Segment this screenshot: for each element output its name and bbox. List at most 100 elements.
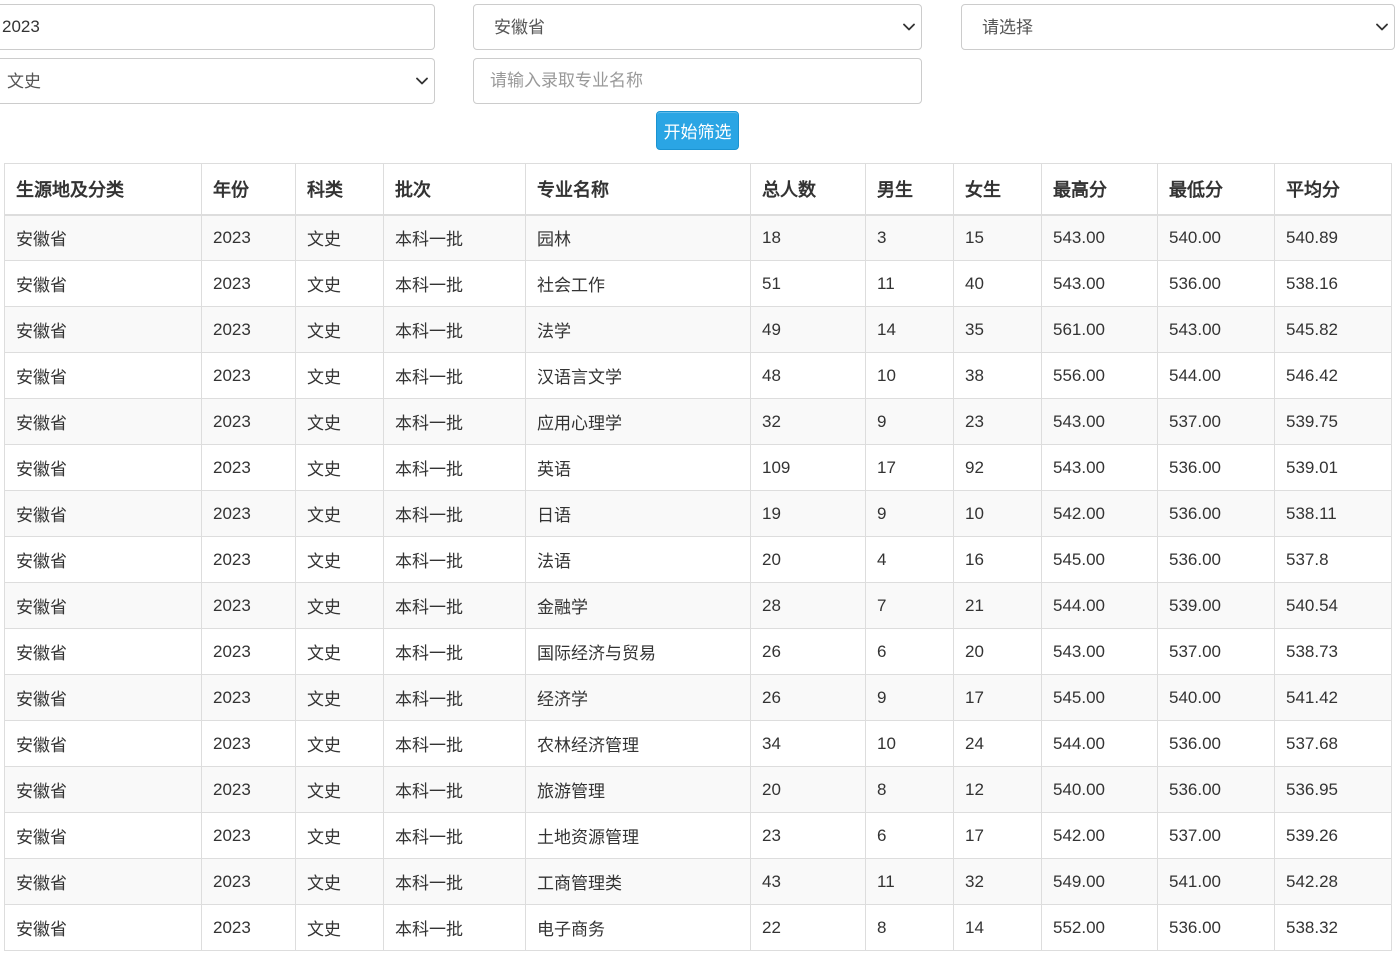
third-select[interactable]: 请选择 [961,4,1395,50]
table-cell: 546.42 [1274,352,1392,399]
table-cell: 537.68 [1274,720,1392,767]
table-cell: 本科一批 [383,214,526,261]
table-cell: 538.32 [1274,904,1392,951]
table-cell: 545.82 [1274,306,1392,353]
table-cell: 安徽省 [4,536,202,583]
table-cell: 本科一批 [383,812,526,859]
table-cell: 本科一批 [383,766,526,813]
column-header: 总人数 [750,163,866,216]
table-cell: 540.00 [1157,674,1275,721]
table-row: 安徽省 2023 文史 本科一批 应用心理学 32 9 23 543.00 537.00 539.7… [4,398,1392,445]
table-cell: 539.26 [1274,812,1392,859]
table-cell: 14 [865,306,954,353]
table-row: 安徽省 2023 文史 本科一批 社会工作 51 11 40 543.00 536.00 538.1… [4,260,1392,307]
table-cell: 本科一批 [383,536,526,583]
table-cell: 542.00 [1041,490,1158,537]
table-cell: 536.00 [1157,720,1275,767]
table-cell: 2023 [201,904,296,951]
column-header: 男生 [865,163,954,216]
table-cell: 549.00 [1041,858,1158,905]
table-cell: 536.95 [1274,766,1392,813]
table-cell: 汉语言文学 [525,352,751,399]
table-cell: 536.00 [1157,904,1275,951]
table-cell: 安徽省 [4,306,202,353]
major-name-input[interactable] [473,58,922,104]
table-cell: 法学 [525,306,751,353]
table-cell: 16 [953,536,1042,583]
table-cell: 543.00 [1041,444,1158,491]
table-cell: 109 [750,444,866,491]
table-cell: 21 [953,582,1042,629]
table-cell: 本科一批 [383,398,526,445]
table-cell: 552.00 [1041,904,1158,951]
table-row: 安徽省 2023 文史 本科一批 汉语言文学 48 10 38 556.00 544.00 546.… [4,352,1392,399]
table-cell: 文史 [295,720,384,767]
table-cell: 543.00 [1041,214,1158,261]
table-cell: 安徽省 [4,214,202,261]
table-cell: 安徽省 [4,812,202,859]
table-cell: 17 [953,812,1042,859]
table-cell: 26 [750,628,866,675]
table-cell: 10 [865,352,954,399]
table-cell: 32 [750,398,866,445]
table-cell: 2023 [201,306,296,353]
table-cell: 20 [750,536,866,583]
table-row: 安徽省 2023 文史 本科一批 法语 20 4 16 545.00 536.00 537.8 [4,536,1392,583]
table-cell: 本科一批 [383,352,526,399]
table-cell: 544.00 [1041,582,1158,629]
table-cell: 48 [750,352,866,399]
start-filter-button[interactable]: 开始筛选 [656,111,739,150]
table-cell: 539.75 [1274,398,1392,445]
table-cell: 23 [953,398,1042,445]
table-cell: 法语 [525,536,751,583]
table-cell: 本科一批 [383,260,526,307]
table-cell: 安徽省 [4,260,202,307]
table-cell: 文史 [295,812,384,859]
table-cell: 社会工作 [525,260,751,307]
table-header: 生源地及分类 年份 科类 批次 专业名称 总人数 男生 女生 最高分 最低分 平均分 [4,163,1392,216]
year-input[interactable] [0,4,435,50]
table-cell: 17 [865,444,954,491]
table-cell: 文史 [295,628,384,675]
column-header: 生源地及分类 [4,163,202,216]
table-cell: 文史 [295,904,384,951]
table-cell: 英语 [525,444,751,491]
table-cell: 2023 [201,490,296,537]
table-cell: 537.00 [1157,628,1275,675]
table-cell: 556.00 [1041,352,1158,399]
table-cell: 文史 [295,766,384,813]
table-cell: 28 [750,582,866,629]
subject-select-wrapper: 文史 [0,58,435,104]
province-select[interactable]: 安徽省 [473,4,922,50]
table-cell: 文史 [295,352,384,399]
table-cell: 9 [865,490,954,537]
table-cell: 文史 [295,858,384,905]
table-row: 安徽省 2023 文史 本科一批 旅游管理 20 8 12 540.00 536.00 536.95 [4,766,1392,813]
table-cell: 22 [750,904,866,951]
table-cell: 7 [865,582,954,629]
table-cell: 本科一批 [383,306,526,353]
table-cell: 安徽省 [4,720,202,767]
admission-results-table: 生源地及分类 年份 科类 批次 专业名称 总人数 男生 女生 最高分 最低分 平均分 安徽省 2023… [4,163,1392,951]
table-cell: 安徽省 [4,490,202,537]
third-select-wrapper: 请选择 [961,4,1395,50]
subject-select[interactable]: 文史 [0,58,435,104]
table-cell: 8 [865,904,954,951]
table-cell: 2023 [201,260,296,307]
table-cell: 538.73 [1274,628,1392,675]
table-cell: 园林 [525,214,751,261]
table-cell: 10 [953,490,1042,537]
table-cell: 536.00 [1157,490,1275,537]
table-cell: 539.00 [1157,582,1275,629]
table-cell: 经济学 [525,674,751,721]
table-cell: 35 [953,306,1042,353]
table-cell: 本科一批 [383,858,526,905]
table-cell: 日语 [525,490,751,537]
table-cell: 11 [865,260,954,307]
table-cell: 2023 [201,352,296,399]
table-row: 安徽省 2023 文史 本科一批 电子商务 22 8 14 552.00 536.00 538.32 [4,904,1392,951]
table-cell: 文史 [295,306,384,353]
table-cell: 安徽省 [4,858,202,905]
table-cell: 10 [865,720,954,767]
table-cell: 2023 [201,582,296,629]
